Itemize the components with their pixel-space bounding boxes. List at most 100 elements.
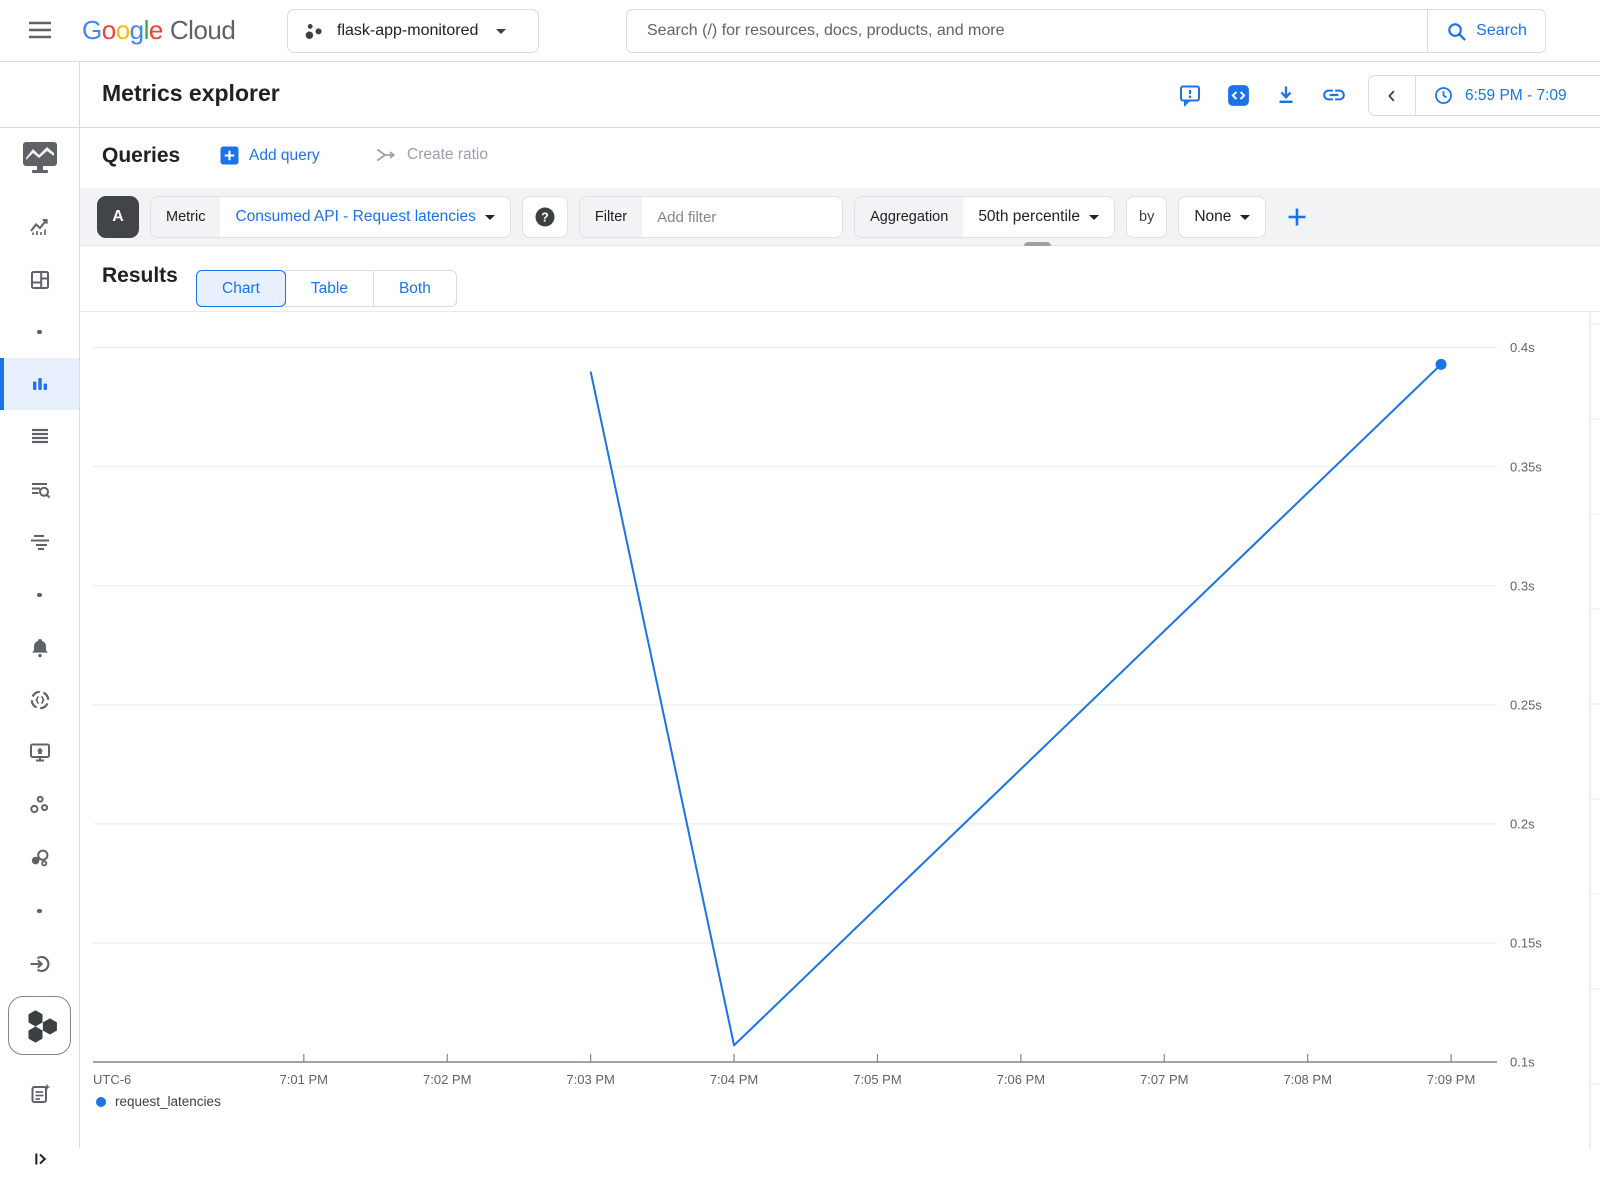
sidebar-item-collapsed-2[interactable] <box>0 575 79 615</box>
sidebar-item-dashboards[interactable] <box>0 260 79 300</box>
hexagons-icon <box>13 1001 67 1051</box>
bubbles-icon <box>28 846 52 870</box>
project-dots-icon <box>304 22 325 41</box>
feedback-button[interactable] <box>1170 75 1210 115</box>
search-icon <box>1446 21 1467 42</box>
sidebar-item-release-notes[interactable] <box>0 1074 79 1114</box>
google-cloud-logo: Google Cloud <box>82 15 235 46</box>
menu-icon[interactable] <box>26 19 54 43</box>
time-range-back-button[interactable] <box>1369 76 1416 115</box>
uptime-check-icon <box>28 688 52 712</box>
sidebar-item-monitoring-overview[interactable] <box>0 138 79 178</box>
help-button[interactable]: ? <box>524 197 566 237</box>
dot-icon <box>37 593 42 598</box>
chevron-down-icon <box>485 215 495 220</box>
aggregation-label: Aggregation <box>855 197 963 237</box>
sidebar-item-alerting[interactable] <box>0 628 79 668</box>
sidebar-item-uptime-checks[interactable] <box>0 680 79 720</box>
metric-value: Consumed API - Request latencies <box>235 208 475 226</box>
queries-title: Queries <box>102 144 180 168</box>
download-icon <box>1274 83 1298 107</box>
create-ratio-label: Create ratio <box>407 146 488 164</box>
metric-dropdown[interactable]: Consumed API - Request latencies <box>220 208 509 226</box>
clock-icon <box>1433 85 1454 106</box>
svg-text:7:08 PM: 7:08 PM <box>1283 1072 1331 1087</box>
add-query-button[interactable]: Add query <box>220 146 320 165</box>
left-sidebar <box>0 62 80 1148</box>
group-by-dropdown[interactable]: None <box>1179 208 1265 226</box>
create-ratio-button[interactable]: Create ratio <box>375 146 488 164</box>
metric-help-chip: ? <box>522 196 568 238</box>
page-header: Metrics explorer <box>80 62 1600 128</box>
sidebar-item-metrics-explorer[interactable] <box>0 364 79 404</box>
time-range-label: 6:59 PM - 7:09 <box>1465 87 1567 105</box>
sidebar-item-gke[interactable] <box>8 996 71 1055</box>
sidebar-item-metrics-trend[interactable] <box>0 207 79 247</box>
latency-line-chart: 0.4s0.35s0.3s0.25s0.2s0.15s0.1s7:01 PM7:… <box>80 312 1600 1149</box>
svg-text:7:02 PM: 7:02 PM <box>423 1072 471 1087</box>
time-range-control: 6:59 PM - 7:09 <box>1368 75 1600 116</box>
download-button[interactable] <box>1266 75 1306 115</box>
time-range-button[interactable]: 6:59 PM - 7:09 <box>1416 85 1567 106</box>
svg-text:7:03 PM: 7:03 PM <box>566 1072 614 1087</box>
svg-text:7:07 PM: 7:07 PM <box>1140 1072 1188 1087</box>
add-aggregation-button[interactable] <box>1277 197 1317 237</box>
svg-text:7:09 PM: 7:09 PM <box>1427 1072 1475 1087</box>
sidebar-item-trace-lines[interactable] <box>0 522 79 562</box>
code-icon <box>1226 83 1251 108</box>
filter-label: Filter <box>580 197 642 237</box>
sidebar-item-log-list[interactable] <box>0 416 79 456</box>
view-both-button[interactable]: Both <box>373 270 457 307</box>
metric-selector: Metric Consumed API - Request latencies <box>150 196 511 238</box>
legend-dot-icon <box>96 1097 106 1107</box>
share-link-button[interactable] <box>1314 75 1354 115</box>
view-chart-button[interactable]: Chart <box>196 270 286 307</box>
sidebar-item-list-search[interactable] <box>0 470 79 510</box>
monitoring-logo-icon <box>20 140 60 176</box>
header-actions <box>1170 75 1354 115</box>
sidebar-item-collapsed-1[interactable] <box>0 312 79 352</box>
filter-control: Filter <box>579 196 843 238</box>
sidebar-item-bubbles[interactable] <box>0 838 79 878</box>
list-icon <box>28 424 52 448</box>
chart-legend: request_latencies <box>96 1094 221 1109</box>
code-view-button[interactable] <box>1218 75 1258 115</box>
svg-text:0.3s: 0.3s <box>1510 578 1535 593</box>
filter-input[interactable] <box>657 209 827 226</box>
screen-share-icon <box>28 740 52 764</box>
link-icon <box>1321 82 1347 108</box>
by-label: by <box>1139 209 1154 225</box>
dashboard-icon <box>28 268 52 292</box>
sidebar-item-collapsed-3[interactable] <box>0 891 79 931</box>
svg-text:0.35s: 0.35s <box>1510 459 1542 474</box>
release-notes-icon <box>28 1082 52 1106</box>
svg-text:7:05 PM: 7:05 PM <box>853 1072 901 1087</box>
login-arrow-icon <box>28 952 52 976</box>
query-letter-badge: A <box>97 196 139 238</box>
svg-text:0.25s: 0.25s <box>1510 697 1542 712</box>
sidebar-item-services[interactable] <box>0 785 79 825</box>
sidebar-item-screen-share[interactable] <box>0 732 79 772</box>
chevron-down-icon <box>1240 215 1250 220</box>
feedback-icon <box>1178 83 1202 107</box>
sidebar-item-integrations[interactable] <box>0 944 79 984</box>
project-selector[interactable]: flask-app-monitored <box>287 9 539 53</box>
aggregation-dropdown[interactable]: 50th percentile <box>963 208 1114 226</box>
plus-icon <box>1285 205 1309 229</box>
chevron-down-icon <box>1089 215 1099 220</box>
page-title: Metrics explorer <box>102 80 280 107</box>
svg-text:0.1s: 0.1s <box>1510 1055 1535 1070</box>
group-by-control: None <box>1178 196 1266 238</box>
metrics-trend-icon <box>28 215 52 239</box>
svg-text:0.15s: 0.15s <box>1510 935 1542 950</box>
view-table-button[interactable]: Table <box>285 270 374 307</box>
svg-text:7:01 PM: 7:01 PM <box>280 1072 328 1087</box>
sidebar-item-expand[interactable] <box>0 1139 79 1179</box>
latency-chart-area[interactable]: 0.4s0.35s0.3s0.25s0.2s0.15s0.1s7:01 PM7:… <box>80 311 1600 1148</box>
search-input[interactable] <box>627 22 1427 40</box>
svg-text:UTC-6: UTC-6 <box>93 1072 131 1087</box>
search-button-label: Search <box>1476 22 1527 40</box>
search-button[interactable]: Search <box>1427 10 1545 52</box>
results-title: Results <box>102 264 178 288</box>
group-by-value: None <box>1194 208 1231 226</box>
